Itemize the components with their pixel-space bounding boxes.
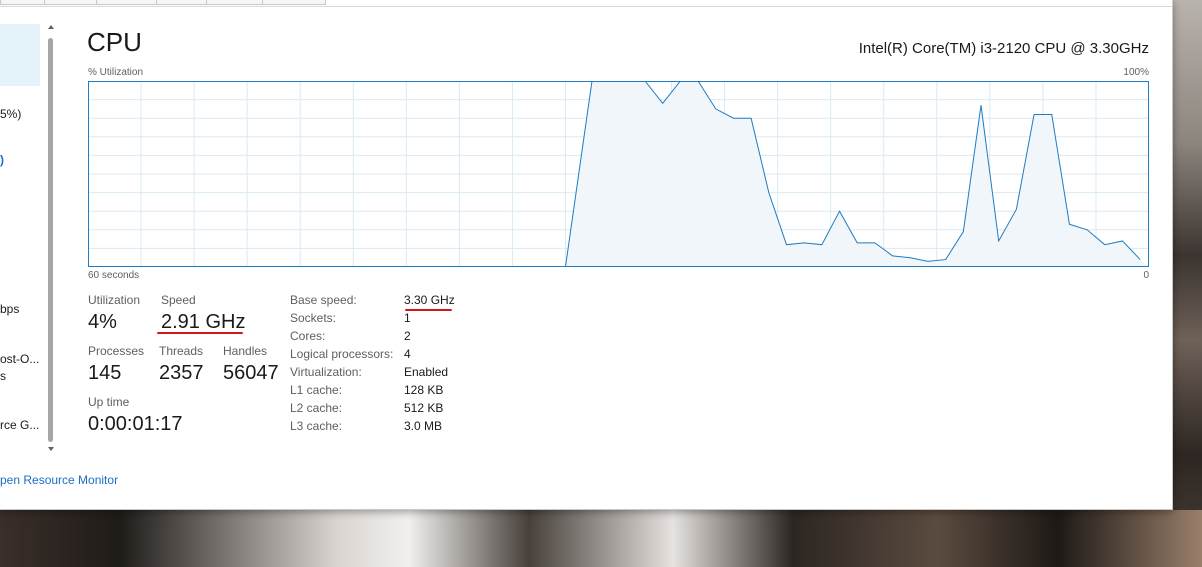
base-speed-annotation-underline xyxy=(405,309,452,311)
graph-y-max-label: 100% xyxy=(1123,67,1149,78)
scrollbar-thumb[interactable] xyxy=(48,38,53,442)
graph-y-min-label: 0 xyxy=(1143,270,1149,281)
sidebar-item-fragment[interactable]: bps xyxy=(0,302,19,316)
spec-label: Cores: xyxy=(290,329,326,343)
spec-label: Base speed: xyxy=(290,293,357,307)
task-manager-window: 5%) ) bps ost-O... s rce G... pen Resour… xyxy=(0,0,1173,510)
speed-label: Speed xyxy=(161,293,196,307)
processes-value: 145 xyxy=(88,362,122,384)
threads-label: Threads xyxy=(159,344,204,358)
speed-value: 2.91 GHz xyxy=(161,311,246,333)
spec-value: 1 xyxy=(404,311,411,325)
desktop-background-right xyxy=(1172,0,1202,567)
spec-label: Virtualization: xyxy=(290,365,362,379)
spec-value: 3.0 MB xyxy=(404,419,443,433)
handles-label: Handles xyxy=(223,344,268,358)
spec-value: 128 KB xyxy=(404,383,444,397)
graph-y-label: % Utilization xyxy=(88,67,144,78)
tab[interactable] xyxy=(0,0,46,5)
spec-label: Logical processors: xyxy=(290,347,394,361)
spec-value: 2 xyxy=(404,329,411,343)
utilization-value: 4% xyxy=(88,311,117,333)
sidebar-item-marker: ) xyxy=(0,153,4,167)
graph-x-span-label: 60 seconds xyxy=(88,270,140,281)
spec-label: L3 cache: xyxy=(290,419,343,433)
uptime-value: 0:00:01:17 xyxy=(88,413,183,435)
sidebar: 5%) ) bps ost-O... s rce G... xyxy=(0,7,54,477)
uptime-label: Up time xyxy=(88,395,130,409)
sidebar-scrollbar[interactable] xyxy=(45,25,55,455)
sidebar-item-fragment[interactable]: 5%) xyxy=(0,107,21,121)
scroll-down-arrow-icon[interactable] xyxy=(48,447,54,451)
spec-value: 512 KB xyxy=(404,401,444,415)
spec-value: Enabled xyxy=(404,365,449,379)
page-title: CPU xyxy=(87,27,142,57)
spec-label: L2 cache: xyxy=(290,401,343,415)
handles-value: 56047 xyxy=(223,362,279,384)
scroll-up-arrow-icon[interactable] xyxy=(48,25,54,29)
sidebar-item-fragment[interactable]: rce G... xyxy=(0,418,39,432)
processes-label: Processes xyxy=(88,344,145,358)
cpu-utilization-graph xyxy=(88,81,1149,267)
threads-value: 2357 xyxy=(159,362,204,384)
spec-value: 4 xyxy=(404,347,411,361)
sidebar-item-fragment[interactable]: s xyxy=(0,369,6,383)
tab[interactable] xyxy=(262,0,326,5)
spec-value: 3.30 GHz xyxy=(404,293,455,307)
cpu-model-name: Intel(R) Core(TM) i3-2120 CPU @ 3.30GHz xyxy=(858,40,1149,57)
sidebar-item-fragment[interactable]: ost-O... xyxy=(0,352,39,366)
tab[interactable] xyxy=(44,0,98,5)
desktop-background-bottom xyxy=(0,510,1202,567)
open-resource-monitor-link[interactable]: pen Resource Monitor xyxy=(0,473,118,487)
tab-strip-divider xyxy=(0,6,1172,7)
tab[interactable] xyxy=(206,0,264,5)
spec-label: Sockets: xyxy=(290,311,337,325)
tab[interactable] xyxy=(96,0,158,5)
tab[interactable] xyxy=(156,0,208,5)
speed-annotation-underline xyxy=(157,332,243,334)
utilization-label: Utilization xyxy=(88,293,141,307)
sidebar-item-cpu-selected[interactable] xyxy=(0,24,40,86)
spec-label: L1 cache: xyxy=(290,383,343,397)
